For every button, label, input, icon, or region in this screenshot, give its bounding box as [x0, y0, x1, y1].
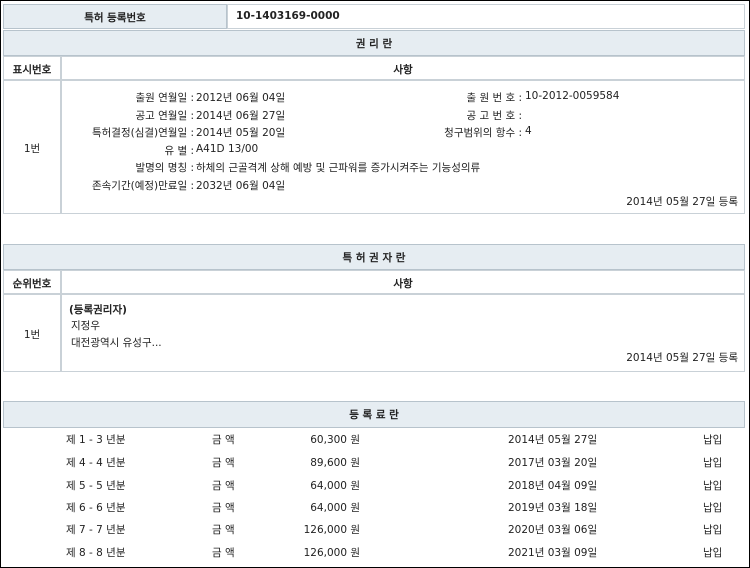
- field-label-title: 발명의 명칭 :: [135, 162, 194, 174]
- field-label-filing-date: 출원 연월일 :: [135, 92, 194, 104]
- fee-row-6-date: 2021년 03월 09일: [508, 547, 598, 559]
- fee-row-6-label: 금 액: [212, 547, 235, 559]
- field-label-claims: 청구범위의 항수 :: [444, 127, 522, 139]
- fee-row-2-date: 2017년 03월 20일: [508, 457, 598, 469]
- fee-row-4-period: 제 6 - 6 년분: [66, 502, 126, 514]
- fee-row-2-amount: 89,600 원: [310, 457, 360, 469]
- rights-index-value: 1번: [23, 143, 41, 155]
- reg-number-label: 특허 등록번호: [84, 12, 146, 24]
- field-label-pub-number: 공 고 번 호 :: [466, 110, 522, 122]
- fee-row-4-date: 2019년 03월 18일: [508, 502, 598, 514]
- rights-section-title: 권 리 란: [355, 38, 393, 50]
- fee-row-3-label: 금 액: [212, 480, 235, 492]
- holder-address: 대전광역시 유성구...: [71, 337, 162, 349]
- fee-row-1-date: 2014년 05월 27일: [508, 434, 598, 446]
- field-value-app-number: 10-2012-0059584: [525, 90, 620, 102]
- fee-row-2-period: 제 4 - 4 년분: [66, 457, 126, 469]
- holder-name: 지정우: [71, 320, 100, 332]
- field-label-expiry: 존속기간(예정)만료일 :: [91, 180, 194, 192]
- fee-row-5-amount: 126,000 원: [303, 524, 360, 536]
- fee-row-5-date: 2020년 03월 06일: [508, 524, 598, 536]
- fee-row-4-amount: 64,000 원: [310, 502, 360, 514]
- fee-row-3-amount: 64,000 원: [310, 480, 360, 492]
- fee-row-5-label: 금 액: [212, 524, 235, 536]
- holder-col-index: 순위번호: [12, 278, 52, 290]
- fee-row-6-status: 납입: [703, 547, 723, 559]
- rights-col-matter: 사항: [393, 64, 413, 76]
- field-value-pub-date: 2014년 06월 27일: [196, 110, 286, 122]
- holder-registered-date: 2014년 05월 27일 등록: [626, 352, 738, 364]
- field-value-expiry: 2032년 06월 04일: [196, 180, 286, 192]
- fee-row-1-label: 금 액: [212, 434, 235, 446]
- fee-row-4-label: 금 액: [212, 502, 235, 514]
- rights-col-index: 표시번호: [12, 64, 52, 76]
- fee-row-2-label: 금 액: [212, 457, 235, 469]
- field-value-filing-date: 2012년 06월 04일: [196, 92, 286, 104]
- holder-index-value: 1번: [23, 329, 41, 341]
- field-value-claims: 4: [525, 125, 532, 137]
- fee-row-6-amount: 126,000 원: [303, 547, 360, 559]
- fee-row-6-period: 제 8 - 8 년분: [66, 547, 126, 559]
- reg-number-value: 10-1403169-0000: [236, 10, 340, 22]
- holder-type: (등록권리자): [69, 304, 127, 316]
- fee-row-5-period: 제 7 - 7 년분: [66, 524, 126, 536]
- field-value-decision-date: 2014년 05월 20일: [196, 127, 286, 139]
- fee-row-3-status: 납입: [703, 480, 723, 492]
- holder-section-title: 특 허 권 자 란: [342, 252, 406, 264]
- fee-row-2-status: 납입: [703, 457, 723, 469]
- holder-col-matter: 사항: [393, 278, 413, 290]
- field-value-class: A41D 13/00: [196, 143, 259, 155]
- fee-row-1-status: 납입: [703, 434, 723, 446]
- rights-registered-date: 2014년 05월 27일 등록: [626, 196, 738, 208]
- fee-row-1-amount: 60,300 원: [310, 434, 360, 446]
- field-value-title: 하체의 근골격계 상해 예방 및 근파워를 증가시켜주는 기능성의류: [196, 162, 481, 174]
- fee-row-3-period: 제 5 - 5 년분: [66, 480, 126, 492]
- fee-row-5-status: 납입: [703, 524, 723, 536]
- fee-row-4-status: 납입: [703, 502, 723, 514]
- field-label-decision-date: 특허결정(심결)연월일 :: [91, 127, 194, 139]
- fee-row-1-period: 제 1 - 3 년분: [66, 434, 126, 446]
- field-label-class: 유 별 :: [164, 145, 194, 157]
- fee-row-3-date: 2018년 04월 09일: [508, 480, 598, 492]
- fees-section-title: 등 록 료 란: [349, 409, 399, 421]
- field-label-app-number: 출 원 번 호 :: [466, 92, 522, 104]
- field-label-pub-date: 공고 연월일 :: [135, 110, 194, 122]
